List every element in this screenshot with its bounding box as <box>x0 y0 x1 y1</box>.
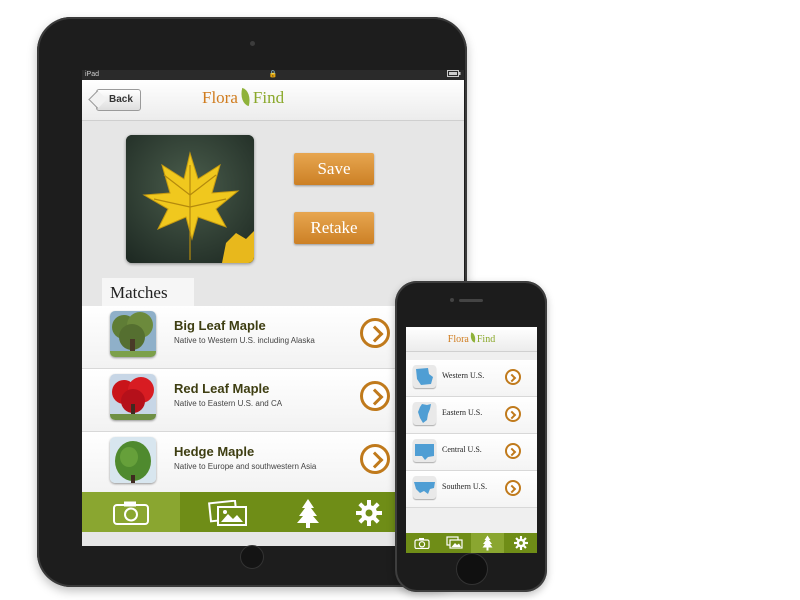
nav-bar: Back Flora Find <box>82 80 464 121</box>
status-carrier: iPad <box>85 71 100 78</box>
photos-icon <box>446 536 463 549</box>
match-name: Big Leaf Maple <box>174 318 266 333</box>
logo-text-find: Find <box>476 334 496 345</box>
chevron-right-icon[interactable] <box>505 443 521 459</box>
big-leaf-maple-thumbnail <box>110 311 156 357</box>
region-label: Western U.S. <box>442 371 485 380</box>
southern-us-map-icon <box>413 476 436 499</box>
camera-icon <box>414 538 430 549</box>
camera-icon <box>113 501 149 525</box>
retake-button[interactable]: Retake <box>294 212 374 244</box>
leaf-icon <box>238 87 253 107</box>
iphone-screen: Flora Find Western U.S. Eastern U.S. Cent… <box>406 327 537 553</box>
status-bar: iPad 🔒 <box>82 70 464 80</box>
lock-icon: 🔒 <box>268 71 278 78</box>
chevron-right-icon[interactable] <box>360 381 390 411</box>
tab-photos[interactable] <box>180 492 278 532</box>
back-button[interactable]: Back <box>96 89 141 111</box>
logo-text-find: Find <box>252 88 285 107</box>
region-label: Eastern U.S. <box>442 408 483 417</box>
leaf-icon <box>468 332 477 343</box>
match-description: Native to Eastern U.S. and CA <box>174 399 283 408</box>
eastern-us-map-icon <box>413 402 436 425</box>
chevron-right-icon[interactable] <box>360 318 390 348</box>
tab-tree[interactable] <box>278 492 338 532</box>
iphone-device: Flora Find Western U.S. Eastern U.S. Cent… <box>395 281 547 592</box>
red-leaf-maple-thumbnail <box>110 374 156 420</box>
match-name: Hedge Maple <box>174 444 255 459</box>
chevron-right-icon[interactable] <box>360 444 390 474</box>
logo-text-flora: Flora <box>447 334 469 345</box>
app-logo: Flora Find <box>202 87 285 108</box>
front-camera <box>250 41 255 46</box>
chevron-right-icon[interactable] <box>505 480 521 496</box>
captured-leaf-photo <box>126 135 254 263</box>
hedge-maple-thumbnail <box>110 437 156 483</box>
region-row[interactable]: Western U.S. <box>406 360 537 397</box>
tab-camera[interactable] <box>406 533 438 553</box>
region-row[interactable]: Central U.S. <box>406 434 537 471</box>
region-label: Southern U.S. <box>442 482 488 491</box>
save-button[interactable]: Save <box>294 153 374 185</box>
region-row[interactable]: Southern U.S. <box>406 471 537 508</box>
central-us-map-icon <box>413 439 436 462</box>
home-button[interactable] <box>456 553 488 585</box>
chevron-right-icon[interactable] <box>505 406 521 422</box>
chevron-right-icon[interactable] <box>505 369 521 385</box>
logo-text-flora: Flora <box>202 88 238 107</box>
home-button[interactable] <box>240 545 264 569</box>
tab-tree[interactable] <box>471 533 504 553</box>
region-label: Central U.S. <box>442 445 482 454</box>
photos-icon <box>208 500 247 526</box>
match-description: Native to Europe and southwestern Asia <box>174 462 317 471</box>
gear-icon <box>356 500 382 526</box>
tree-icon <box>297 499 319 528</box>
region-row[interactable]: Eastern U.S. <box>406 397 537 434</box>
gear-icon <box>514 536 528 550</box>
western-us-map-icon <box>413 365 436 388</box>
tab-photos[interactable] <box>438 533 471 553</box>
matches-heading: Matches <box>102 278 194 306</box>
match-description: Native to Western U.S. including Alaska <box>174 336 315 345</box>
earpiece-speaker <box>459 299 483 302</box>
tree-icon <box>482 535 493 551</box>
tab-bar <box>406 533 537 553</box>
tab-settings[interactable] <box>338 492 398 532</box>
front-camera <box>450 298 454 302</box>
match-name: Red Leaf Maple <box>174 381 270 396</box>
tab-settings[interactable] <box>504 533 537 553</box>
nav-bar: Flora Find <box>406 327 537 352</box>
tab-camera[interactable] <box>82 492 180 532</box>
